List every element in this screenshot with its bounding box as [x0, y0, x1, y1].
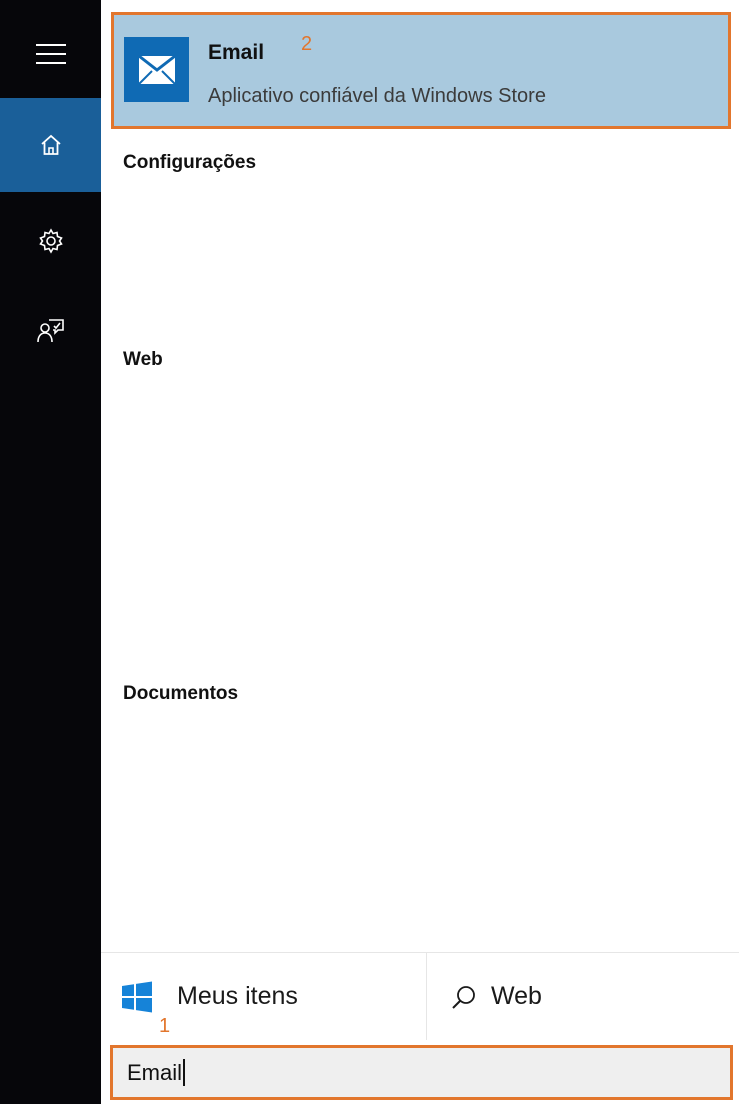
gear-icon [38, 228, 63, 254]
scope-divider [426, 953, 427, 1040]
annotation-step-2: 2 [301, 33, 313, 55]
section-heading-documents: Documentos [123, 683, 239, 704]
home-button[interactable] [0, 98, 101, 192]
feedback-button[interactable] [0, 288, 101, 374]
home-icon [40, 134, 61, 155]
mail-app-icon [124, 37, 189, 102]
result-subtitle: Aplicativo confiável da Windows Store [208, 85, 546, 107]
scope-my-items-button[interactable]: Meus itens [121, 953, 298, 1040]
result-title: Email [208, 41, 265, 64]
text-caret [183, 1059, 186, 1086]
hamburger-menu-icon [35, 44, 66, 64]
top-result-email-app[interactable]: Email Aplicativo confiável da Windows St… [111, 12, 731, 129]
settings-button[interactable] [0, 196, 101, 286]
nav-rail [0, 0, 101, 1104]
feedback-icon [36, 319, 64, 343]
scope-web-button[interactable]: Web [451, 953, 542, 1040]
search-results-panel: Email Aplicativo confiável da Windows St… [101, 0, 739, 1104]
section-heading-web: Web [123, 349, 163, 370]
scope-web-label: Web [491, 982, 542, 1010]
section-heading-settings: Configurações [123, 152, 257, 173]
scope-my-items-label: Meus itens [177, 982, 298, 1010]
annotation-step-1: 1 [159, 1015, 171, 1037]
windows-logo-icon [122, 981, 152, 1012]
menu-button[interactable] [0, 12, 101, 96]
search-icon [452, 985, 475, 1009]
search-input[interactable]: Email [110, 1045, 733, 1100]
search-input-value: Email [127, 1059, 183, 1085]
search-scope-bar: Meus itens Web [101, 952, 739, 1040]
